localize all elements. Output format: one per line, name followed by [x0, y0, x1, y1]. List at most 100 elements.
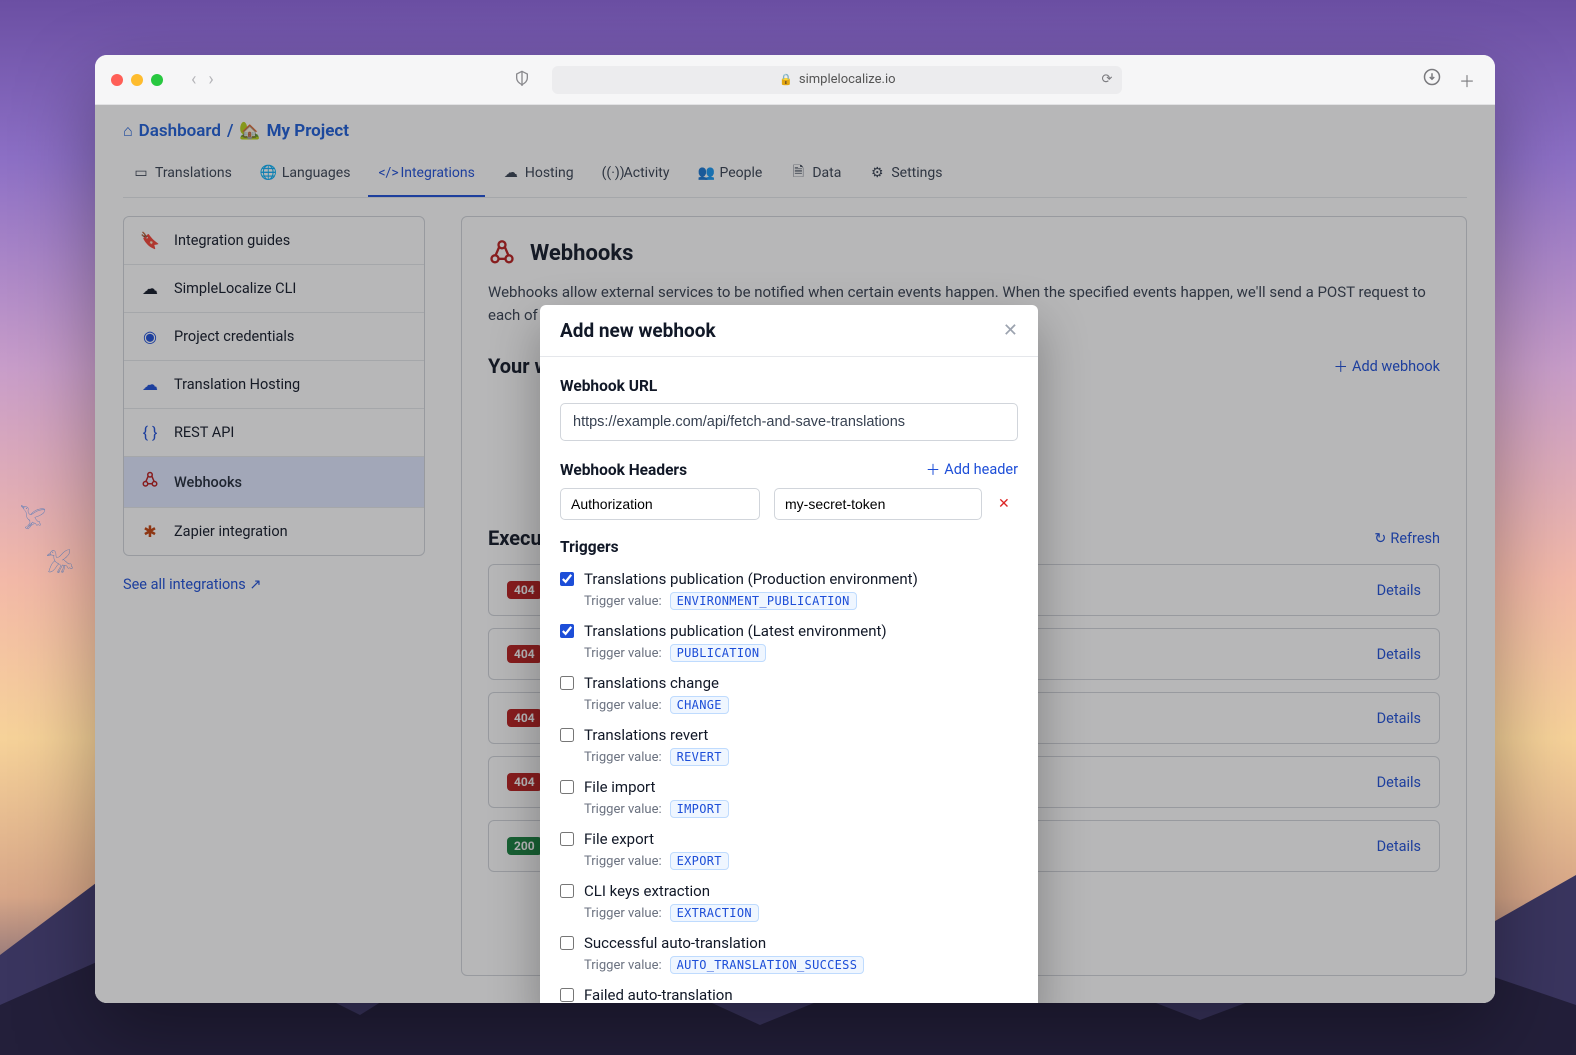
- trigger-checkbox[interactable]: [560, 624, 574, 638]
- trigger-row[interactable]: File export: [560, 830, 1018, 848]
- sidebar-item-webhooks[interactable]: Webhooks: [124, 457, 424, 508]
- code-icon: </>: [378, 165, 394, 181]
- sidebar-item-hosting[interactable]: ☁ Translation Hosting: [124, 361, 424, 409]
- details-link[interactable]: Details: [1377, 710, 1421, 727]
- trigger-checkbox[interactable]: [560, 728, 574, 742]
- tab-languages[interactable]: 🌐Languages: [250, 151, 361, 197]
- sidebar-item-label: Zapier integration: [174, 523, 288, 540]
- forward-button[interactable]: ›: [208, 69, 213, 90]
- trigger-row[interactable]: Translations change: [560, 674, 1018, 692]
- trigger-item: Translations publication (Production env…: [560, 566, 1018, 618]
- trigger-sub: Trigger value:ENVIRONMENT_PUBLICATION: [584, 592, 1018, 610]
- close-icon[interactable]: ✕: [1003, 320, 1018, 341]
- safari-window: ‹ › 🔒 simplelocalize.io ⟳ ＋ ⌂ Dashboard …: [95, 55, 1495, 1003]
- url-host: simplelocalize.io: [799, 72, 896, 87]
- trigger-value-code: PUBLICATION: [670, 644, 767, 662]
- trigger-label: CLI keys extraction: [584, 882, 710, 900]
- reload-icon[interactable]: ⟳: [1101, 72, 1112, 87]
- sidebar-item-label: Project credentials: [174, 328, 294, 345]
- tab-settings[interactable]: ⚙Settings: [859, 151, 952, 197]
- tab-people[interactable]: 👥People: [687, 151, 772, 197]
- trigger-row[interactable]: Successful auto-translation: [560, 934, 1018, 952]
- breadcrumb-dashboard[interactable]: Dashboard: [139, 121, 221, 141]
- sidebar-item-credentials[interactable]: ◉ Project credentials: [124, 313, 424, 361]
- trigger-row[interactable]: Translations publication (Latest environ…: [560, 622, 1018, 640]
- content-area: ⌂ Dashboard / 🏡 My Project ▭Translations…: [95, 105, 1495, 1003]
- details-link[interactable]: Details: [1377, 774, 1421, 791]
- trigger-value-code: EXTRACTION: [670, 904, 759, 922]
- add-webhook-modal: Add new webhook ✕ Webhook URL Webhook He…: [540, 305, 1038, 1003]
- tab-activity[interactable]: ((·))Activity: [592, 151, 680, 197]
- titlebar-right: ＋: [1423, 68, 1479, 92]
- trigger-label: Translations revert: [584, 726, 708, 744]
- new-tab-icon[interactable]: ＋: [1459, 68, 1475, 92]
- trigger-checkbox[interactable]: [560, 572, 574, 586]
- cloud-outline-icon: ☁: [140, 375, 160, 394]
- trigger-item: File exportTrigger value:EXPORT: [560, 826, 1018, 878]
- delete-header-icon[interactable]: ✕: [998, 496, 1010, 512]
- sidebar-item-restapi[interactable]: { }REST API: [124, 409, 424, 457]
- status-badge: 404: [507, 773, 542, 791]
- breadcrumb-project[interactable]: My Project: [267, 121, 349, 141]
- trigger-label: File import: [584, 778, 655, 796]
- trigger-item: File importTrigger value:IMPORT: [560, 774, 1018, 826]
- trigger-checkbox[interactable]: [560, 988, 574, 1002]
- tab-integrations[interactable]: </>Integrations: [368, 151, 484, 197]
- header-key-input[interactable]: [560, 488, 760, 520]
- privacy-shield-icon[interactable]: [514, 70, 542, 90]
- trigger-checkbox[interactable]: [560, 676, 574, 690]
- details-link[interactable]: Details: [1377, 646, 1421, 663]
- trigger-label: Translations change: [584, 674, 719, 692]
- header-value-input[interactable]: [774, 488, 982, 520]
- add-webhook-button[interactable]: ＋ Add webhook: [1333, 356, 1440, 377]
- sidebar-item-cli[interactable]: ☁SimpleLocalize CLI: [124, 265, 424, 313]
- minimize-window-button[interactable]: [131, 74, 143, 86]
- trigger-checkbox[interactable]: [560, 884, 574, 898]
- trigger-checkbox[interactable]: [560, 780, 574, 794]
- status-badge: 200: [507, 837, 542, 855]
- fingerprint-icon: ◉: [140, 327, 160, 346]
- modal-header: Add new webhook ✕: [540, 305, 1038, 357]
- close-window-button[interactable]: [111, 74, 123, 86]
- sidebar: 🔖Integration guides ☁SimpleLocalize CLI …: [123, 216, 425, 556]
- tab-data[interactable]: 🗎Data: [780, 151, 851, 197]
- trigger-value-label: Trigger value:: [584, 594, 662, 609]
- details-link[interactable]: Details: [1377, 582, 1421, 599]
- sidebar-item-label: Integration guides: [174, 232, 290, 249]
- trigger-row[interactable]: Translations publication (Production env…: [560, 570, 1018, 588]
- trigger-row[interactable]: CLI keys extraction: [560, 882, 1018, 900]
- trigger-value-label: Trigger value:: [584, 958, 662, 973]
- sidebar-item-label: Webhooks: [174, 474, 242, 491]
- sidebar-item-zapier[interactable]: ✱Zapier integration: [124, 508, 424, 555]
- bookmark-icon: 🔖: [140, 231, 160, 250]
- downloads-icon[interactable]: [1423, 68, 1441, 92]
- details-link[interactable]: Details: [1377, 838, 1421, 855]
- sidebar-item-label: Translation Hosting: [174, 376, 300, 393]
- sidebar-item-guides[interactable]: 🔖 Integration guides: [124, 217, 424, 265]
- tab-translations[interactable]: ▭Translations: [123, 151, 242, 197]
- url-bar[interactable]: 🔒 simplelocalize.io ⟳: [552, 66, 1122, 94]
- tab-label: Activity: [624, 165, 670, 181]
- tab-label: People: [719, 165, 762, 181]
- trigger-sub: Trigger value:PUBLICATION: [584, 644, 1018, 662]
- trigger-value-label: Trigger value:: [584, 750, 662, 765]
- translations-icon: ▭: [133, 165, 149, 181]
- window-controls: [111, 74, 163, 86]
- trigger-checkbox[interactable]: [560, 832, 574, 846]
- trigger-row[interactable]: File import: [560, 778, 1018, 796]
- data-icon: 🗎: [790, 161, 806, 185]
- tab-hosting[interactable]: ☁Hosting: [493, 151, 584, 197]
- add-header-button[interactable]: ＋ Add header: [926, 459, 1018, 480]
- refresh-button[interactable]: ↻ Refresh: [1374, 530, 1440, 547]
- trigger-row[interactable]: Translations revert: [560, 726, 1018, 744]
- add-webhook-label: Add webhook: [1352, 358, 1440, 375]
- see-all-integrations[interactable]: See all integrations ↗: [123, 576, 425, 593]
- back-button[interactable]: ‹: [191, 69, 196, 90]
- trigger-item: Translations publication (Latest environ…: [560, 618, 1018, 670]
- trigger-checkbox[interactable]: [560, 936, 574, 950]
- trigger-value-label: Trigger value:: [584, 906, 662, 921]
- webhook-url-input[interactable]: [560, 403, 1018, 441]
- trigger-row[interactable]: Failed auto-translation: [560, 986, 1018, 1003]
- header-fields: ✕: [560, 488, 1018, 520]
- zoom-window-button[interactable]: [151, 74, 163, 86]
